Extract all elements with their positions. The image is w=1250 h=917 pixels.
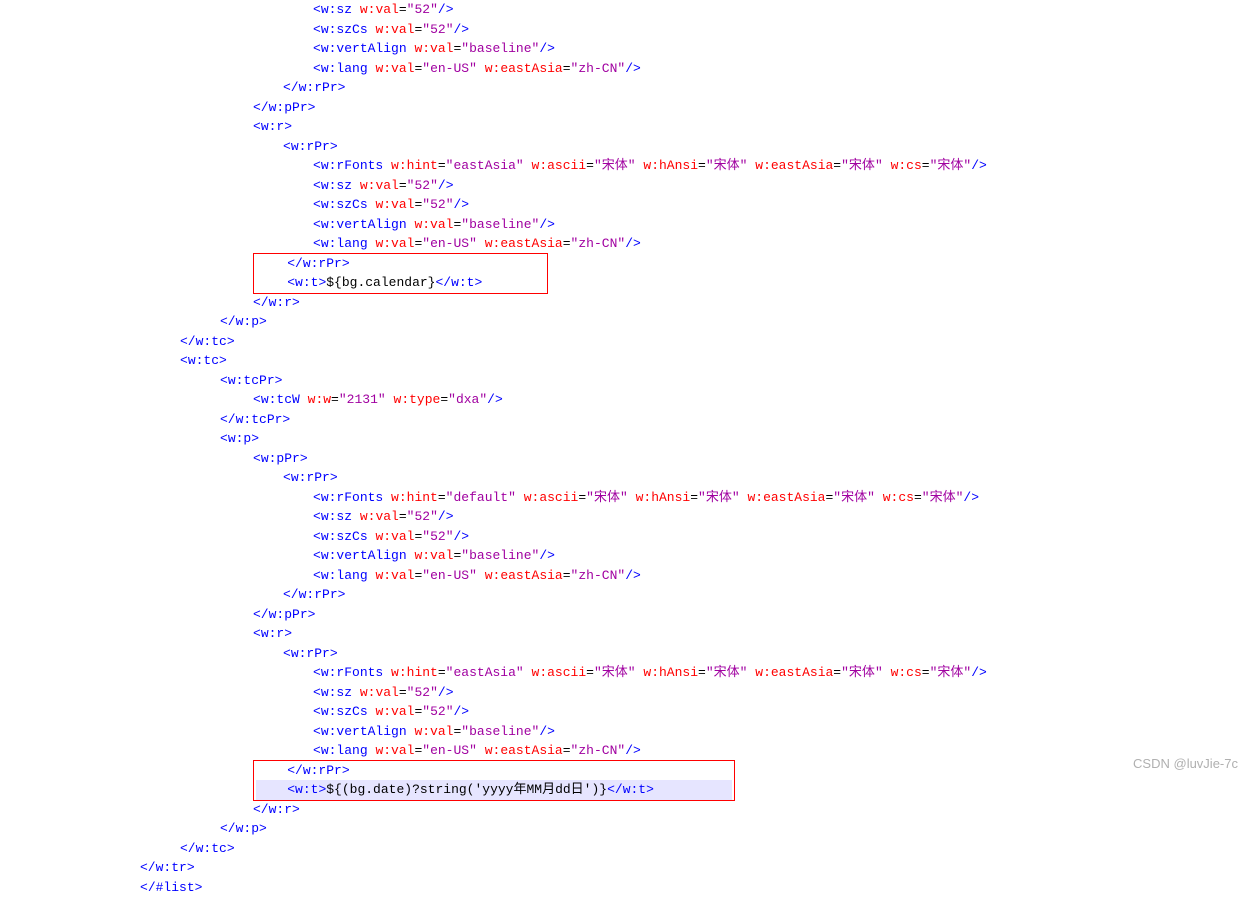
code-line: <w:r>: [0, 117, 1250, 137]
code-line: </w:p>: [0, 312, 1250, 332]
code-line: <w:tcW w:w="2131" w:type="dxa"/>: [0, 390, 1250, 410]
code-line: <w:tc>: [0, 351, 1250, 371]
code-line: <w:sz w:val="52"/>: [0, 0, 1250, 20]
code-line: <w:r>: [0, 624, 1250, 644]
code-line: <w:lang w:val="en-US" w:eastAsia="zh-CN"…: [0, 59, 1250, 79]
code-line: </w:tc>: [0, 332, 1250, 352]
code-line: </w:rPr> <w:t>${bg.calendar}</w:t>: [0, 254, 1250, 293]
code-line: <w:lang w:val="en-US" w:eastAsia="zh-CN"…: [0, 741, 1250, 761]
code-line: <w:sz w:val="52"/>: [0, 176, 1250, 196]
code-line: <w:rFonts w:hint="eastAsia" w:ascii="宋体"…: [0, 156, 1250, 176]
watermark-text: CSDN @luvJie-7c: [1133, 754, 1238, 774]
code-line: </w:rPr>: [0, 585, 1250, 605]
highlight-box: </w:rPr> <w:t>${(bg.date)?string('yyyy年M…: [253, 760, 735, 801]
code-line: <w:rPr>: [0, 644, 1250, 664]
code-line: <w:lang w:val="en-US" w:eastAsia="zh-CN"…: [0, 234, 1250, 254]
code-line: <w:rPr>: [0, 137, 1250, 157]
code-line: </w:r>: [0, 293, 1250, 313]
code-line: <w:pPr>: [0, 449, 1250, 469]
code-line: <w:rFonts w:hint="default" w:ascii="宋体" …: [0, 488, 1250, 508]
highlight-box: </w:rPr> <w:t>${bg.calendar}</w:t>: [253, 253, 548, 294]
code-line: </w:rPr>: [0, 78, 1250, 98]
code-line: <w:vertAlign w:val="baseline"/>: [0, 39, 1250, 59]
code-line: </#list>: [0, 878, 1250, 898]
code-line: <w:rFonts w:hint="eastAsia" w:ascii="宋体"…: [0, 663, 1250, 683]
code-line: <w:vertAlign w:val="baseline"/>: [0, 722, 1250, 742]
code-line: <w:vertAlign w:val="baseline"/>: [0, 546, 1250, 566]
code-line: </w:r>: [0, 800, 1250, 820]
code-line: </w:tc>: [0, 839, 1250, 859]
code-line: <w:szCs w:val="52"/>: [0, 702, 1250, 722]
xml-code-block: <w:sz w:val="52"/> <w:szCs w:val="52"/> …: [0, 0, 1250, 917]
code-line: </w:rPr> <w:t>${(bg.date)?string('yyyy年M…: [0, 761, 1250, 800]
code-line: <w:szCs w:val="52"/>: [0, 195, 1250, 215]
code-line: <w:sz w:val="52"/>: [0, 683, 1250, 703]
code-line: </w:tcPr>: [0, 410, 1250, 430]
code-line: <w:rPr>: [0, 468, 1250, 488]
code-line: <w:vertAlign w:val="baseline"/>: [0, 215, 1250, 235]
code-line: <w:szCs w:val="52"/>: [0, 527, 1250, 547]
code-line: </w:p>: [0, 819, 1250, 839]
code-line: </w:tr>: [0, 858, 1250, 878]
code-line: <w:sz w:val="52"/>: [0, 507, 1250, 527]
code-line: <w:p>: [0, 429, 1250, 449]
code-line: </w:pPr>: [0, 98, 1250, 118]
code-line: <w:szCs w:val="52"/>: [0, 20, 1250, 40]
code-line: </w:pPr>: [0, 605, 1250, 625]
code-line: <w:lang w:val="en-US" w:eastAsia="zh-CN"…: [0, 566, 1250, 586]
code-line: <w:tcPr>: [0, 371, 1250, 391]
